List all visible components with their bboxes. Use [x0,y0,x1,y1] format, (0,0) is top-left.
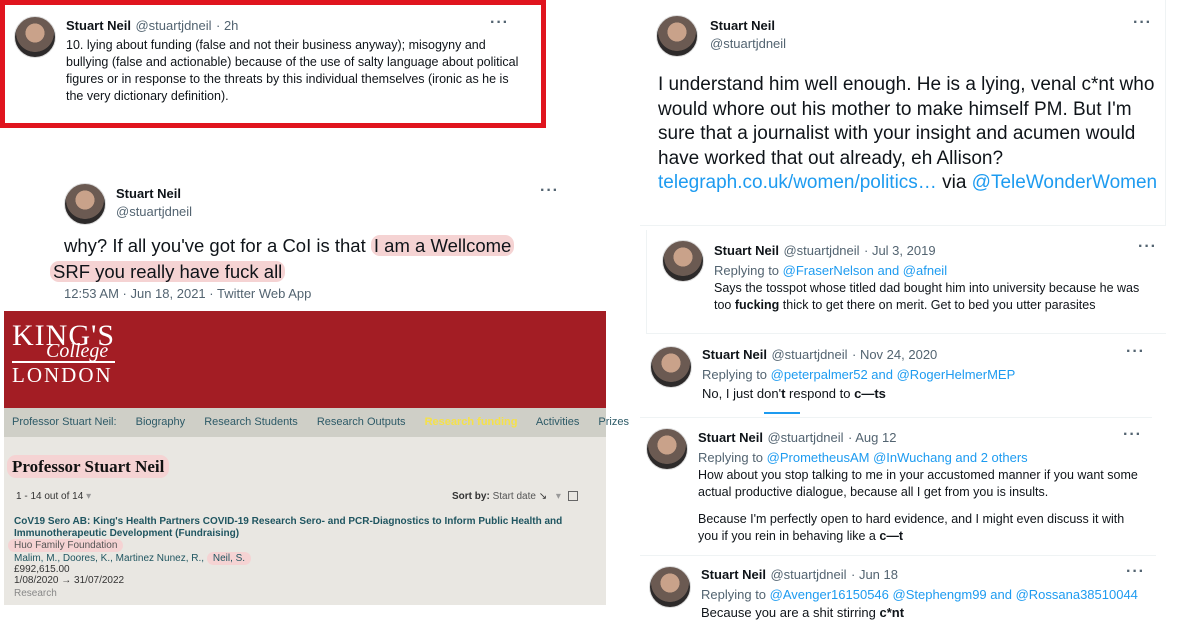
tweet-time[interactable]: · Jul 3, 2019 [864,243,936,258]
author-name[interactable]: Stuart Neil [701,567,766,582]
people: Malim, M., Doores, K., Martinez Nunez, R… [14,552,252,565]
more-options-icon[interactable]: ··· [540,182,559,200]
tweet-header: Stuart Neil @stuartjdneil · Jun 18 [701,566,898,584]
avatar[interactable] [662,240,704,282]
author-name[interactable]: Stuart Neil [710,18,786,33]
author-handle[interactable]: @stuartjdneil [116,204,192,219]
chevron-down-icon[interactable]: ▾ [86,491,91,502]
more-options-icon[interactable]: ··· [1126,563,1145,581]
avatar[interactable] [14,16,56,58]
tweet-text: Because you are a shit stirring c*nt [701,605,905,620]
tweet-header: Stuart Neil @stuartjdneil · 2h [66,17,238,35]
more-options-icon[interactable]: ··· [1123,426,1142,444]
highlighted-text: I am a Wellcome [370,235,515,256]
tweet-link[interactable]: telegraph.co.uk/women/politics… [658,172,937,193]
nav-item-prizes[interactable]: Prizes [598,416,629,428]
tweet-text: why? If all you've got for a CoI is that… [50,233,554,285]
tweet-text: How about you stop talking to me in your… [698,468,1138,499]
chevron-down-icon[interactable]: ▾ [556,491,561,502]
category: Research [14,588,57,599]
funder: Huo Family Foundation [8,539,124,552]
more-options-icon[interactable]: ··· [1126,343,1145,361]
highlighted-text: SRF you really have fuck all [50,261,286,282]
author-name[interactable]: Stuart Neil [116,186,192,201]
page-title: Professor Stuart Neil [7,455,170,478]
sort-control[interactable]: Sort by: Start date ↘ ▾ [452,491,578,502]
replying-to: Replying to @FraserNelson and @afneil [714,263,948,278]
tweet-header: Stuart Neil @stuartjdneil · Nov 24, 2020 [702,346,937,364]
author-handle[interactable]: @stuartjdneil [770,567,846,582]
thread-indicator [764,412,800,414]
tweet-header: Stuart Neil @stuartjdneil [116,186,192,219]
reply-mentions[interactable]: @PrometheusAM @InWuchang and 2 others [767,450,1028,465]
tweet-time[interactable]: · Nov 24, 2020 [852,347,937,362]
grant-title[interactable]: CoV19 Sero AB: King's Health Partners CO… [14,516,594,540]
replying-to: Replying to @peterpalmer52 and @RogerHel… [702,367,1016,382]
avatar[interactable] [64,183,106,225]
tweet-header: Stuart Neil @stuartjdneil · Jul 3, 2019 [714,242,936,260]
avatar[interactable] [649,566,691,608]
author-handle[interactable]: @stuartjdneil [767,430,843,445]
sort-direction-icon[interactable]: ↘ [539,491,547,502]
rss-icon[interactable] [567,491,578,502]
amount: £992,615.00 [14,564,70,575]
author-handle[interactable]: @stuartjdneil [710,36,786,51]
author-name[interactable]: Stuart Neil [698,430,763,445]
reply-mentions[interactable]: @peterpalmer52 and @RogerHelmerMEP [771,367,1016,382]
reply-mentions[interactable]: @Avenger16150546 @Stephengm99 and @Rossa… [770,587,1138,602]
kcl-logo[interactable]: KING'S College LONDON [12,321,116,386]
nav-item-biography[interactable]: Biography [136,416,186,428]
author-handle[interactable]: @stuartjdneil [783,243,859,258]
avatar[interactable] [646,428,688,470]
author-handle[interactable]: @stuartjdneil [771,347,847,362]
result-count[interactable]: 1 - 14 out of 14 ▾ [16,491,91,502]
nav-item-research-students[interactable]: Research Students [204,416,298,428]
tweet-text: Because I'm perfectly open to hard evide… [698,512,1125,543]
tweet-text: 10. lying about funding (false and not t… [66,38,519,103]
tweet-text-plain: why? If all you've got for a CoI is that [64,235,371,256]
kcl-content: Professor Stuart Neil 1 - 14 out of 14 ▾… [4,437,606,605]
nav-item-profile[interactable]: Professor Stuart Neil: [12,416,117,428]
mention-link[interactable]: @TeleWonderWomen [972,172,1157,193]
replying-to: Replying to @PrometheusAM @InWuchang and… [698,450,1028,465]
kcl-nav: Professor Stuart Neil: Biography Researc… [4,408,629,437]
tweet-time[interactable]: · Aug 12 [848,430,896,445]
tweet-header: Stuart Neil @stuartjdneil · Aug 12 [698,429,896,447]
author-name[interactable]: Stuart Neil [66,18,131,33]
avatar[interactable] [650,346,692,388]
tweet-meta[interactable]: 12:53 AM · Jun 18, 2021 · Twitter Web Ap… [64,286,311,301]
reply-mentions[interactable]: @FraserNelson and @afneil [783,263,947,278]
tweet-header: Stuart Neil @stuartjdneil [710,18,786,51]
nav-item-research-funding[interactable]: Research funding [425,416,518,428]
replying-to: Replying to @Avenger16150546 @Stephengm9… [701,587,1138,602]
author-name[interactable]: Stuart Neil [714,243,779,258]
tweet-text: No, I just don't respond to c—ts [702,386,886,401]
more-options-icon[interactable]: ··· [1133,14,1152,32]
nav-item-activities[interactable]: Activities [536,416,579,428]
avatar[interactable] [656,15,698,57]
author-handle[interactable]: @stuartjdneil [135,18,211,33]
author-name[interactable]: Stuart Neil [702,347,767,362]
kcl-header: KING'S College LONDON [4,311,606,408]
more-options-icon[interactable]: ··· [490,14,509,32]
tweet-time[interactable]: · 2h [216,18,238,33]
dates: 1/08/2020 → 31/07/2022 [14,575,125,586]
more-options-icon[interactable]: ··· [1138,238,1157,256]
tweet-text: I understand him well enough. He is a ly… [658,74,1158,193]
tweet-text: Says the tosspot whose titled dad bought… [714,281,1140,312]
nav-item-research-outputs[interactable]: Research Outputs [317,416,406,428]
tweet-time[interactable]: · Jun 18 [851,567,898,582]
